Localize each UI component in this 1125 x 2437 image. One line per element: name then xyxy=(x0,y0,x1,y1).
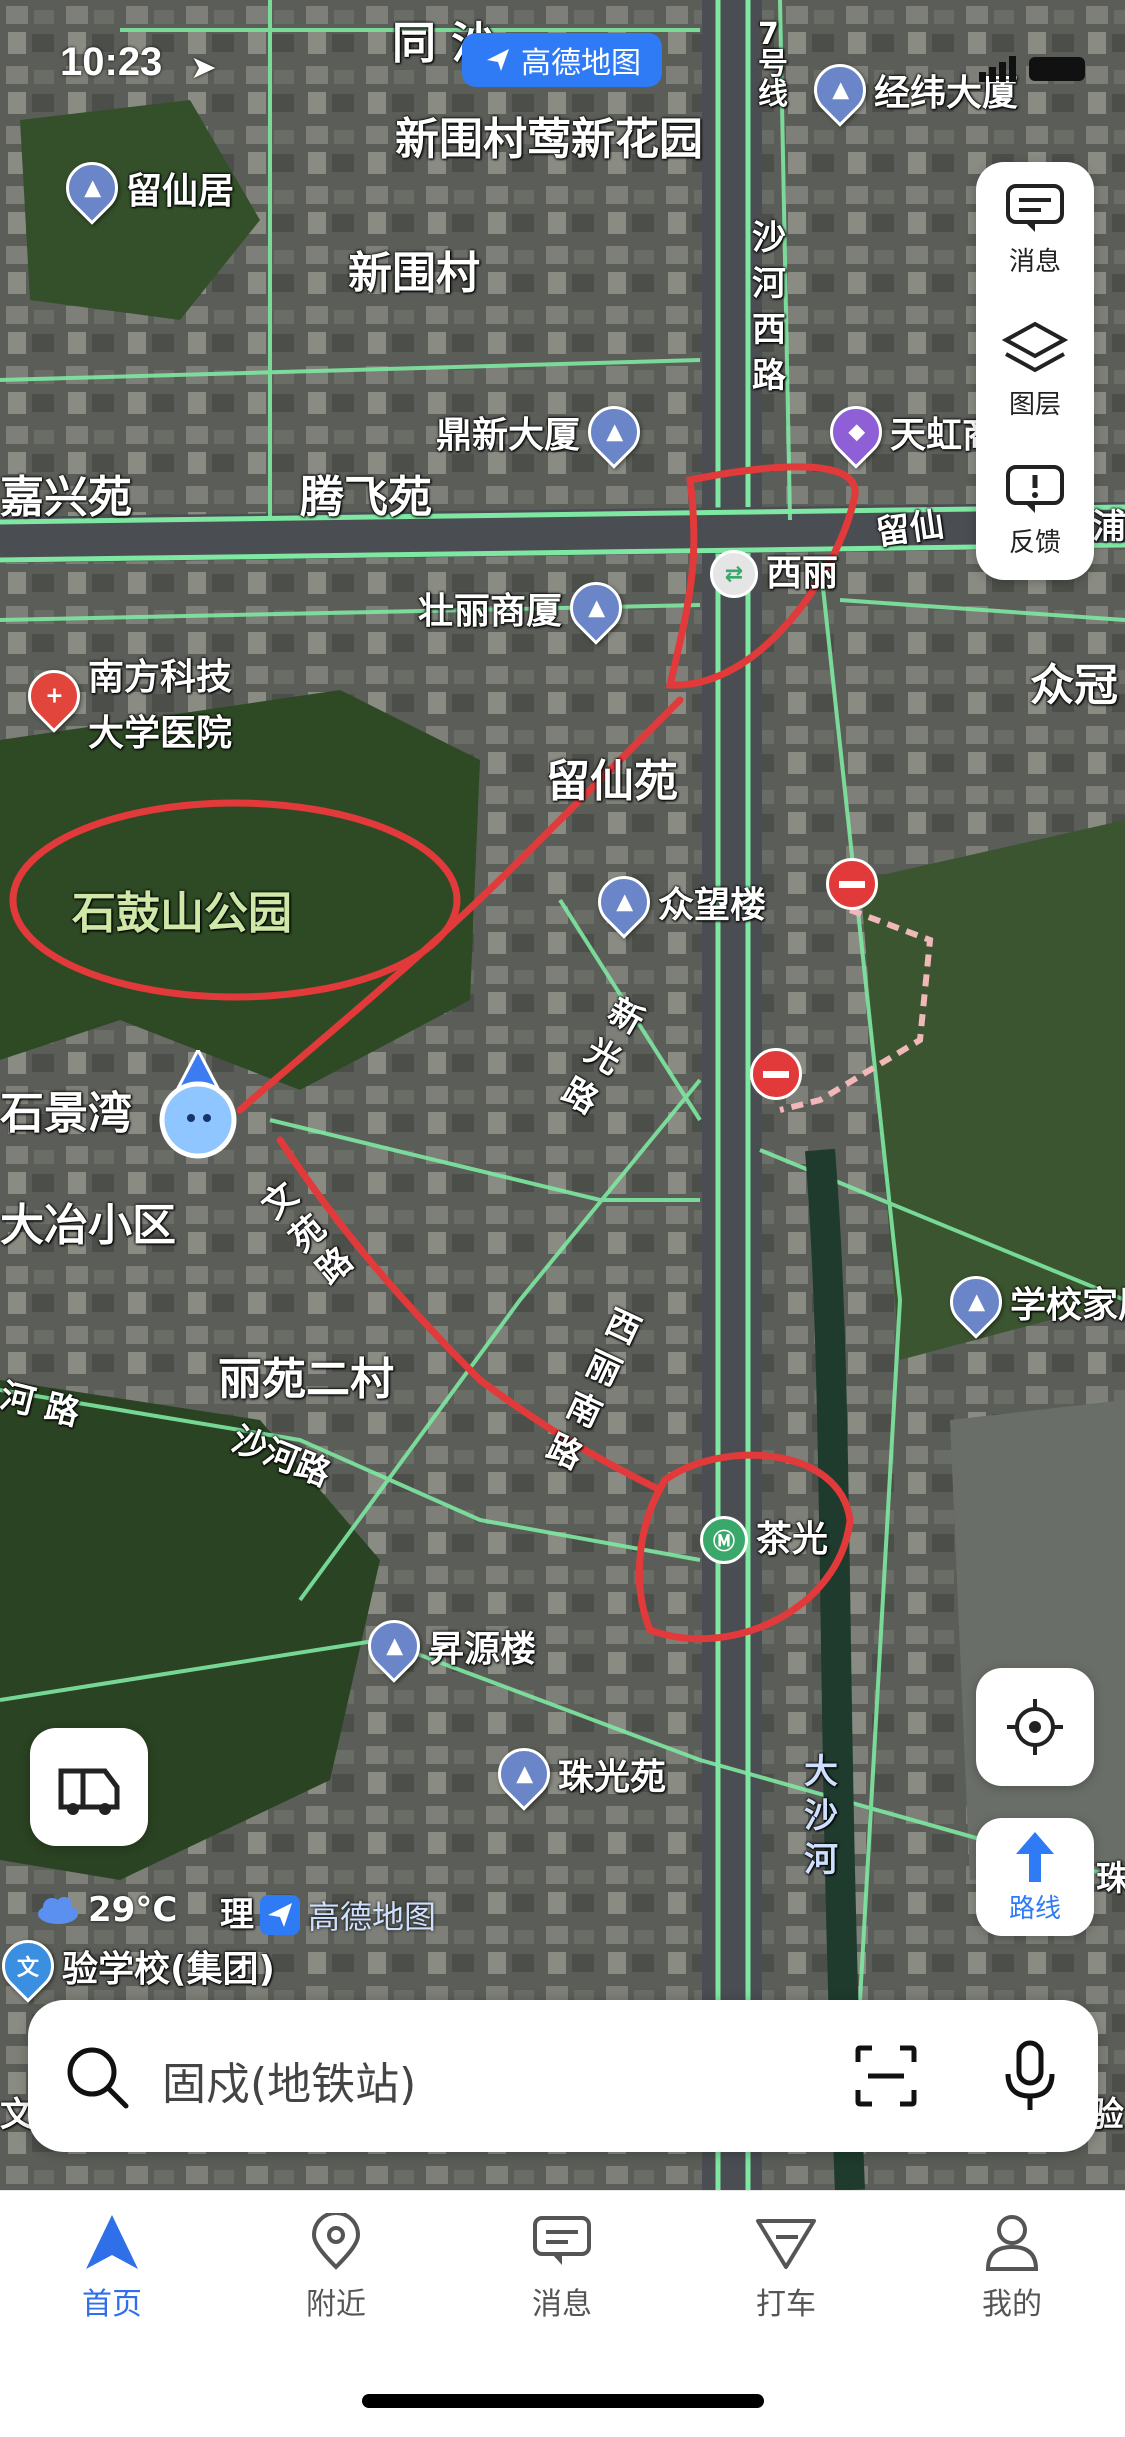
amap-logo-icon xyxy=(260,1895,300,1935)
route-arrow-icon xyxy=(1016,1831,1054,1882)
tab-nearby[interactable]: 附近 xyxy=(256,2213,416,2323)
road-label: 浦 xyxy=(1092,507,1125,547)
location-services-icon: ➤ xyxy=(190,48,217,86)
map-tools-panel: 消息 图层 反馈 xyxy=(976,162,1094,580)
area-label: 新围村 xyxy=(348,248,480,299)
poi-school-family[interactable]: ▲ 学校家属 xyxy=(939,1265,1125,1339)
river-label: 大沙河 xyxy=(804,1752,838,1881)
building-icon: ▲ xyxy=(487,1737,561,1811)
battery-icon xyxy=(1029,57,1085,81)
school-icon: 文 xyxy=(0,1929,65,2003)
no-entry-icon xyxy=(826,858,878,910)
building-icon: ▲ xyxy=(587,865,661,939)
crosshair-icon xyxy=(1007,1699,1063,1755)
route-button[interactable]: 路线 xyxy=(976,1818,1094,1936)
building-icon: ▲ xyxy=(803,53,877,127)
brand-pill: 高德地图 xyxy=(462,33,662,87)
current-location-marker[interactable] xyxy=(155,1046,241,1166)
area-label: 留仙苑 xyxy=(546,756,678,807)
microphone-icon[interactable] xyxy=(1002,2040,1058,2112)
locate-button[interactable] xyxy=(976,1668,1094,1786)
area-label: 众冠 xyxy=(1030,660,1118,711)
road-label: 理 xyxy=(220,1895,254,1935)
building-icon: ▲ xyxy=(939,1265,1013,1339)
area-label: 大冶小区 xyxy=(0,1200,176,1251)
tab-messages[interactable]: 消息 xyxy=(482,2213,642,2323)
search-input[interactable]: 固戍(地铁站) xyxy=(162,2048,416,2112)
search-bar[interactable]: 固戍(地铁站) xyxy=(28,2000,1098,2152)
tab-home[interactable]: 首页 xyxy=(32,2213,192,2323)
scan-icon[interactable] xyxy=(854,2044,918,2108)
hospital-icon: + xyxy=(17,659,91,733)
status-indicators xyxy=(979,56,1085,82)
car-icon xyxy=(58,1768,120,1815)
poi-liuxianju[interactable]: ▲ 留仙居 xyxy=(55,151,234,225)
area-label: 腾飞苑 xyxy=(300,472,432,523)
road-label: 7号线 xyxy=(758,17,788,112)
status-time: 10:23 xyxy=(60,40,163,84)
tab-taxi[interactable]: 打车 xyxy=(706,2213,866,2323)
no-entry-icon xyxy=(750,1048,802,1100)
poi-tianhong[interactable]: ◆ 天虹商 xyxy=(819,395,998,469)
building-icon: ▲ xyxy=(577,395,651,469)
metro-station-icon: Ⓜ xyxy=(700,1516,748,1564)
metro-station-xili[interactable]: ⇄ 西丽 xyxy=(710,550,838,598)
area-label: 石景湾 xyxy=(0,1088,132,1139)
layers-tool[interactable]: 图层 xyxy=(1002,320,1068,421)
navigate-arrow-icon xyxy=(86,2215,138,2269)
poi-zhongwang[interactable]: ▲ 众望楼 xyxy=(587,865,766,939)
road-label: 沙河西路 xyxy=(752,218,786,396)
feedback-icon xyxy=(1006,464,1064,513)
location-pin-icon xyxy=(311,2213,361,2270)
layers-icon xyxy=(1002,322,1068,373)
area-label: 嘉兴苑 xyxy=(0,472,132,523)
message-icon xyxy=(533,2216,591,2265)
road-label: 珠 xyxy=(1096,1859,1125,1899)
poi-school[interactable]: 文 验学校(集团) xyxy=(0,1929,275,2003)
map-watermark: 高德地图 xyxy=(260,1892,436,1938)
building-icon: ▲ xyxy=(357,1609,431,1683)
park-label: 石鼓山公园 xyxy=(72,888,292,939)
message-icon xyxy=(1006,184,1064,233)
car-button[interactable] xyxy=(30,1728,148,1846)
building-icon: ▲ xyxy=(55,151,129,225)
poi-dingxin[interactable]: ▲ 鼎新大厦 xyxy=(436,395,651,469)
feedback-tool[interactable]: 反馈 xyxy=(1005,464,1065,559)
building-icon: ▲ xyxy=(559,571,633,645)
location-arrow-icon xyxy=(159,1046,237,1159)
satellite-map[interactable]: 同 沙 新围村莺新花园 新围村 嘉兴苑 腾飞苑 留仙苑 石景湾 大冶小区 丽苑二… xyxy=(0,0,1125,2190)
road-label: 留仙 xyxy=(873,504,947,554)
poi-hospital[interactable]: + 南方科技 大学医院 xyxy=(17,648,232,756)
tab-profile[interactable]: 我的 xyxy=(932,2213,1092,2323)
poi-shengyuan[interactable]: ▲ 昇源楼 xyxy=(357,1609,536,1683)
taxi-icon xyxy=(756,2219,816,2269)
shopping-icon: ◆ xyxy=(819,395,893,469)
weather-widget[interactable]: 29°C xyxy=(36,1890,177,1930)
poi-zhuguang[interactable]: ▲ 珠光苑 xyxy=(487,1737,666,1811)
user-icon xyxy=(985,2215,1039,2271)
area-label: 新围村莺新花园 xyxy=(395,114,703,165)
area-label: 丽苑二村 xyxy=(218,1354,394,1405)
poi-zhuangli[interactable]: ▲ 壮丽商厦 xyxy=(418,571,633,645)
messages-tool[interactable]: 消息 xyxy=(1005,183,1065,278)
metro-station-chaguang[interactable]: Ⓜ 茶光 xyxy=(700,1516,828,1564)
metro-interchange-icon: ⇄ xyxy=(710,550,758,598)
home-indicator xyxy=(362,2394,764,2408)
search-icon xyxy=(67,2047,129,2109)
signal-icon xyxy=(979,56,1016,82)
cloud-icon xyxy=(38,1897,78,1924)
amap-logo-icon xyxy=(487,49,509,71)
